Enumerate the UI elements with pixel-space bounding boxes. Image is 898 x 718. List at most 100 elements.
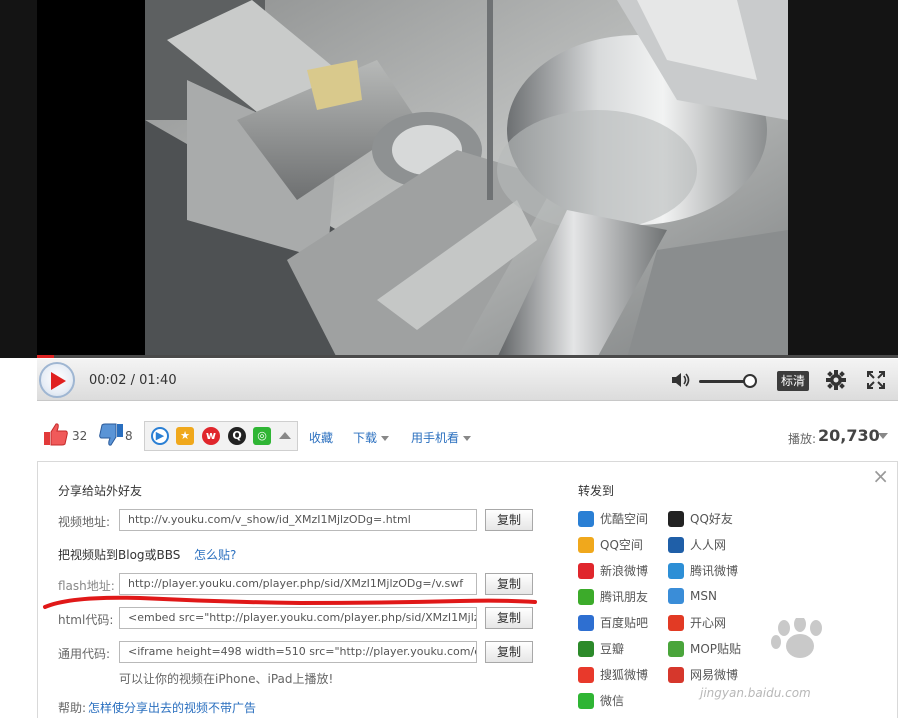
forward-item-label: 豆瓣 [600, 642, 625, 656]
duration: 01:40 [139, 373, 177, 388]
copy-video-url-button[interactable]: 复制 [485, 509, 533, 531]
netease-weibo-icon [668, 666, 684, 683]
player-controls: 00:02 / 01:40 标清 [37, 359, 898, 401]
qzone-icon[interactable]: ★ [176, 427, 194, 445]
forward-item-label: 优酷空间 [600, 512, 649, 526]
video-player[interactable] [0, 0, 898, 358]
quality-button[interactable]: 标清 [777, 371, 809, 391]
favorite-link[interactable]: 收藏 [309, 429, 333, 446]
baidu-tieba-icon [578, 614, 594, 631]
forward-item[interactable]: QQ空间 [578, 536, 643, 553]
youku-share-icon[interactable]: ▶ [151, 427, 169, 445]
dislike-count: 8 [125, 429, 133, 443]
forward-item-label: 百度贴吧 [600, 616, 649, 630]
kaixin-icon [668, 614, 684, 631]
forward-item[interactable]: 豆瓣 [578, 640, 624, 657]
embed-title: 把视频贴到Blog或BBS [58, 548, 181, 562]
qq-friend-icon [668, 510, 684, 527]
iphone-note: 可以让你的视频在iPhone、iPad上播放! [119, 672, 334, 686]
forward-item[interactable]: 人人网 [668, 536, 726, 553]
forward-item[interactable]: QQ好友 [668, 510, 733, 527]
sina-weibo-icon [578, 562, 594, 579]
forward-title: 转发到 [578, 484, 615, 498]
time-separator: / [126, 373, 140, 388]
thumbs-up-icon[interactable] [43, 422, 69, 446]
video-url-field[interactable]: http://v.youku.com/v_show/id_XMzI1MjlzOD… [119, 509, 477, 531]
mobile-label: 用手机看 [411, 431, 460, 445]
like-count: 32 [72, 429, 88, 443]
forward-item-label: 微信 [600, 694, 625, 708]
forward-item-label: 搜狐微博 [600, 668, 649, 682]
howto-link[interactable]: 怎么贴? [194, 546, 236, 563]
help-label: 帮助: [58, 701, 87, 715]
copy-flash-button[interactable]: 复制 [485, 573, 533, 595]
wechat-icon [578, 692, 594, 709]
flash-label: flash地址: [58, 579, 115, 593]
forward-item[interactable]: 新浪微博 [578, 562, 648, 579]
qq-icon[interactable]: Q [228, 427, 246, 445]
html-code-field[interactable]: <embed src="http://player.youku.com/play… [119, 607, 477, 629]
time-display: 00:02 / 01:40 [89, 373, 177, 388]
play-icon [51, 372, 66, 390]
video-frame[interactable] [37, 0, 788, 358]
forward-item[interactable]: 微信 [578, 692, 624, 709]
forward-item-label: QQ空间 [600, 538, 643, 552]
generic-code-label: 通用代码: [58, 647, 111, 661]
plays-value: 20,730 [818, 426, 880, 445]
forward-item-label: 腾讯朋友 [600, 590, 649, 604]
chevron-down-icon [381, 436, 390, 441]
video-url-label: 视频地址: [58, 515, 111, 529]
baidu-watermark [771, 618, 822, 658]
douban-icon [578, 640, 594, 657]
download-label: 下载 [353, 431, 378, 445]
expand-arrow-icon[interactable] [279, 432, 291, 439]
copy-generic-button[interactable]: 复制 [485, 641, 533, 663]
play-button[interactable] [39, 362, 75, 398]
volume-knob[interactable] [743, 374, 757, 388]
msn-icon [668, 588, 684, 604]
tencent-pengyou-icon [578, 588, 594, 605]
forward-item[interactable]: MSN [668, 588, 717, 604]
progress-bar[interactable] [37, 355, 898, 358]
forward-item-label: 人人网 [690, 538, 727, 552]
progress-fill [37, 355, 55, 358]
html-label: html代码: [58, 613, 114, 627]
forward-item-label: 新浪微博 [600, 564, 649, 578]
help-link[interactable]: 怎样使分享出去的视频不带广告 [88, 699, 256, 716]
forward-item[interactable]: 优酷空间 [578, 510, 648, 527]
video-frame-image [37, 0, 788, 358]
close-icon[interactable]: × [872, 466, 889, 486]
plays-chevron-down-icon[interactable] [878, 433, 888, 439]
fullscreen-icon[interactable] [867, 371, 885, 389]
settings-gear-icon[interactable] [826, 370, 846, 390]
sohu-weibo-icon [578, 666, 594, 683]
watermark-url: jingyan.baidu.com [700, 686, 811, 700]
favorite-label: 收藏 [309, 431, 334, 445]
renren-icon [668, 536, 684, 553]
plays-label: 播放: [788, 432, 817, 446]
mop-icon [668, 640, 684, 657]
share-icons-bar: ▶ ★ w Q ◎ [144, 421, 298, 451]
copy-html-button[interactable]: 复制 [485, 607, 533, 629]
forward-item[interactable]: 搜狐微博 [578, 666, 648, 683]
chevron-down-icon [463, 436, 472, 441]
current-time: 00:02 [89, 373, 127, 388]
mobile-watch-menu[interactable]: 用手机看 [411, 429, 472, 446]
forward-item[interactable]: 腾讯朋友 [578, 588, 648, 605]
thumbs-down-icon[interactable] [98, 423, 124, 447]
forward-item-label: 腾讯微博 [690, 564, 739, 578]
weibo-icon[interactable]: w [202, 427, 220, 445]
qzone-icon [578, 536, 594, 553]
generic-code-field[interactable]: <iframe height=498 width=510 src="http:/… [119, 641, 477, 663]
youku-space-icon [578, 510, 594, 527]
forward-item-label: QQ好友 [690, 512, 733, 526]
tencent-weibo-icon [668, 562, 684, 579]
forward-item[interactable]: 百度贴吧 [578, 614, 648, 631]
volume-icon[interactable] [671, 372, 691, 388]
wechat-icon[interactable]: ◎ [253, 427, 271, 445]
download-menu[interactable]: 下载 [353, 429, 390, 446]
flash-url-field[interactable]: http://player.youku.com/player.php/sid/X… [119, 573, 477, 595]
share-title: 分享给站外好友 [58, 484, 143, 498]
forward-item[interactable]: 腾讯微博 [668, 562, 738, 579]
forward-item-label: MSN [690, 589, 717, 603]
